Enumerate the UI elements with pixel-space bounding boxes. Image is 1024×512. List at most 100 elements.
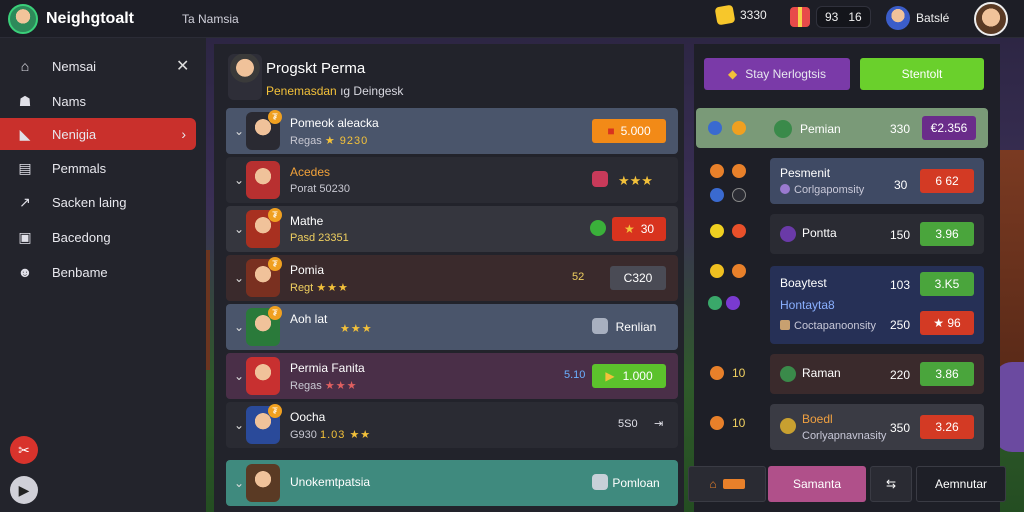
price-button[interactable]: 6 62 [920,169,974,193]
list-item[interactable]: ⌄ ₮ Pomeok aleacka Regas ★ 9230 ■ 5.000 [226,108,678,154]
profile-avatar[interactable] [974,2,1008,36]
gem-icon [780,184,790,194]
swap-icon[interactable]: ⇆ [870,466,912,502]
rank-badge-icon: ₮ [268,306,282,320]
item-name: Boedl [802,412,833,426]
item-name: Pemian [800,122,841,136]
price-button[interactable]: 3.K5 [920,272,974,296]
dark-button[interactable]: Aemnutar [916,466,1006,502]
list-item[interactable]: ⌄ ₮ Aoh lat ★★★ Renlian [226,304,678,350]
brand-avatar [8,3,38,34]
item-value: 103 [890,278,911,292]
sidebar-item-label: Sacken laing [52,194,127,210]
sidebar-item-pemmals[interactable]: ▤ Pemmals [0,152,200,184]
store-icon: ▤ [18,159,32,176]
item-sub: Corlyapnavnasity [802,430,887,442]
player-sub: Regas ★★★ [290,380,358,392]
sidebar-item-nenigia[interactable]: ◣ Nenigia › [0,118,196,150]
player-name: Oocha [290,410,326,424]
coin-counter[interactable]: 3330 [714,4,767,26]
item-value: 350 [890,421,911,435]
sidebar-item-label: Nams [52,93,86,109]
item-name: Raman [802,366,841,380]
player-name: Unokemtpatsia [290,475,371,489]
sidebar-item-label: Nemsai [52,58,97,74]
smile-icon [710,224,724,238]
purple-button[interactable]: ◆ Stay Nerlogtsis [704,58,850,90]
list-item[interactable]: Pontta 150 3.96 [770,214,984,254]
player-name: Aoh lat [290,312,328,326]
sidebar-item-bacedong[interactable]: ▣ Bacedong [0,221,200,253]
item-value: 30 [894,178,908,192]
chart-icon: ↗ [19,193,31,210]
player-sub: Porat 50230 [290,183,350,195]
play-icon[interactable]: ▶ [10,476,38,504]
gift-counter[interactable]: 93 16 [790,6,871,28]
sidebar-item-sacken[interactable]: ↗ Sacken laing [0,186,200,218]
price-button[interactable]: ▶ 1.000 [592,364,666,388]
brand: Neighgtoalt [0,3,180,34]
action-button[interactable]: Pomloan [606,471,666,495]
list-item[interactable]: ⌄ Permia Fanita Regas ★★★ 5.10 ▶ 1.000 [226,353,678,399]
price-button[interactable]: ■ 5.000 [592,119,666,143]
coin-icon [732,164,746,178]
list-item[interactable]: ⌄ ₮ Oocha G930 1.03 ★★ 5S0 ⇥ [226,402,678,448]
list-item[interactable]: Boedl Corlyapnavnasity 350 3.26 [770,404,984,450]
price-button[interactable]: C320 [610,266,666,290]
list-item[interactable]: ⌄ ₮ Mathe Pasd 23351 ★ 30 [226,206,678,252]
sidebar-item-label: Pemmals [52,160,107,176]
green-button[interactable]: Stentolt [860,58,984,90]
item-name: Boaytest [780,276,827,290]
list-item[interactable]: Raman 220 3.86 [770,354,984,394]
people-icon: ☗ [18,92,32,109]
page-subtitle: Penemasdan ıg Deingesk [266,84,404,98]
flag-icon: ◣ [19,125,31,142]
sidebar-item-benbame[interactable]: ☻ Benbame [0,256,200,288]
row-number: 52 [572,271,585,283]
row-number: 5S0 [618,418,638,430]
globe-icon [708,121,722,135]
item-sub: Corlgapomsity [794,184,865,196]
list-item[interactable]: ⌄ ₮ Pomia Regt ★★★ 52 C320 [226,255,678,301]
price-button[interactable]: 3.96 [920,222,974,246]
star-rating: ★★★ [618,173,653,188]
header-avatar [228,54,262,100]
action-icon[interactable]: ✂ [10,436,38,464]
list-item[interactable]: ⌄ Unokemtpatsia Pomloan [226,460,678,506]
gem-icon [592,171,608,187]
item-name: Pesmenit [780,166,831,180]
chevron-down-icon: ⌄ [234,476,245,490]
player-name: Pomia [290,263,325,277]
arrow-icon[interactable]: ⇥ [654,417,663,430]
list-item[interactable]: Pemian 330 €2.356 [696,108,988,148]
price-button[interactable]: 3.26 [920,415,974,439]
list-item[interactable]: Pesmenit Corlgapomsity 30 6 62 [770,158,984,204]
avatar [780,418,796,434]
rank-badge-icon: ₮ [268,257,282,271]
player-avatar [246,357,280,395]
list-item[interactable]: Boaytest 103 3.K5 Hontayta8 Coctapanoons… [770,266,984,344]
side-number: 10 [732,366,746,380]
price-button[interactable]: 3.86 [920,362,974,386]
box-icon [780,320,790,330]
price-button[interactable]: ★ 30 [612,217,666,241]
coin-icon [732,264,746,278]
price-button[interactable]: €2.356 [922,116,976,140]
chevron-down-icon: ⌄ [234,271,245,285]
item-name: Hontayta8 [780,298,835,312]
fire-icon [710,366,724,380]
avatar [774,120,792,138]
sidebar-item-nams[interactable]: ☗ Nams [0,85,200,117]
pink-button[interactable]: Samanta [768,466,866,502]
clover-icon [590,220,606,236]
chest-button[interactable]: ⌂ [688,466,766,502]
price-button[interactable]: ★ 96 [920,311,974,335]
list-item[interactable]: ⌄ Acedes Porat 50230 ★★★ [226,157,678,203]
sidebar-item-label: Benbame [52,264,108,280]
player-sub: Regt ★★★ [290,282,349,294]
user-chip[interactable]: Batslé [886,6,949,30]
item-sub: Coctapanoonsity [794,320,876,332]
sidebar-item-nemsai[interactable]: ⌂ Nemsai [0,50,200,82]
action-button[interactable]: Renlian [606,315,666,339]
star-icon [726,296,740,310]
